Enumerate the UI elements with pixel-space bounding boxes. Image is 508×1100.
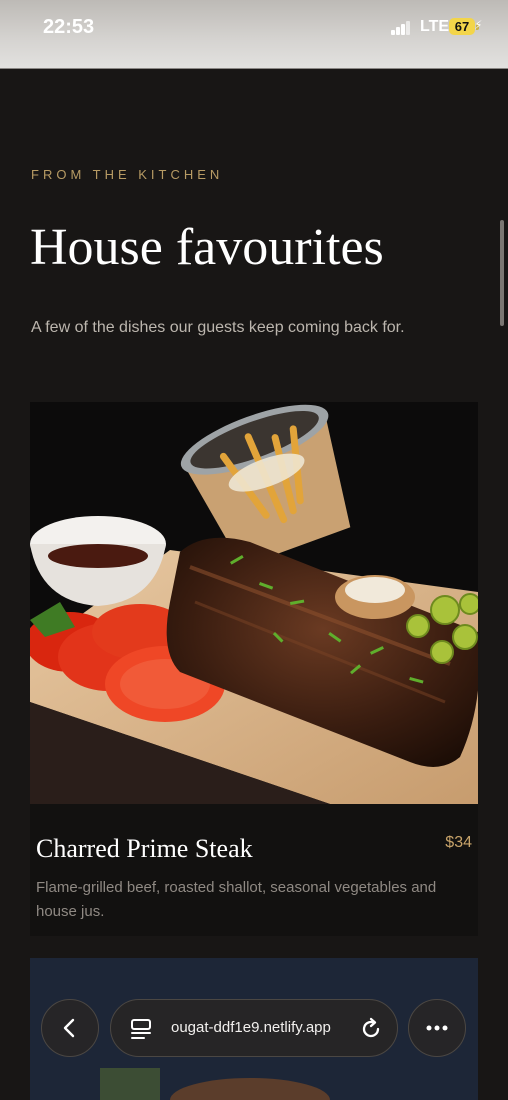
status-bar: 22:53 LTE 67 ⚡: [0, 0, 508, 69]
address-bar[interactable]: ougat-ddf1e9.netlify.app: [110, 999, 398, 1057]
status-time: 22:53: [43, 16, 95, 38]
charging-icon: ⚡: [474, 18, 483, 32]
battery-icon: 67: [449, 18, 479, 35]
scrollbar[interactable]: [500, 220, 504, 326]
more-icon: [426, 1025, 448, 1031]
dish-description: Flame-grilled beef, roasted shallot, sea…: [36, 879, 437, 920]
back-button[interactable]: [41, 999, 99, 1057]
signal-icon: [391, 20, 413, 35]
ribs-platter-icon: [30, 402, 478, 804]
dish-name: Charred Prime Steak: [36, 834, 253, 863]
url-text[interactable]: ougat-ddf1e9.netlify.app: [171, 1019, 356, 1036]
page-title: House favourites: [30, 219, 384, 276]
section-subtitle: A few of the dishes our guests keep comi…: [31, 319, 405, 336]
chevron-left-icon: [63, 1018, 75, 1038]
more-button[interactable]: [408, 999, 466, 1057]
dish-card[interactable]: Charred Prime Steak $34 Flame-grilled be…: [30, 402, 478, 936]
tabs-icon[interactable]: [129, 1018, 153, 1040]
section-eyebrow: FROM THE KITCHEN: [31, 167, 224, 182]
dish-price: $34: [445, 834, 472, 851]
network-label: LTE: [420, 18, 450, 35]
dish-photo: [30, 402, 478, 804]
reload-icon[interactable]: [359, 1017, 383, 1041]
